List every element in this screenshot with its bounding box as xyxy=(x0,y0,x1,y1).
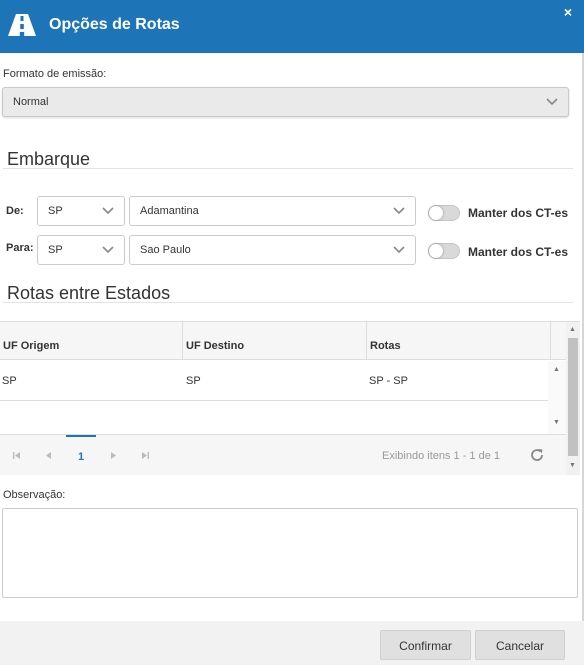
para-cidade-select[interactable]: Sao Paulo xyxy=(129,235,416,265)
road-icon xyxy=(8,14,36,36)
prev-page-icon[interactable] xyxy=(44,451,53,460)
observacao-textarea[interactable] xyxy=(2,508,578,598)
scroll-down-icon[interactable]: ▼ xyxy=(569,462,576,469)
column-rotas[interactable]: Rotas xyxy=(367,322,551,360)
rotas-divider xyxy=(3,302,573,303)
de-cidade-select[interactable]: Adamantina xyxy=(129,196,416,226)
embarque-title: Embarque xyxy=(7,149,91,169)
scroll-up-icon[interactable]: ▲ xyxy=(569,326,576,333)
chevron-down-icon xyxy=(102,207,114,215)
confirm-button[interactable]: Confirmar xyxy=(380,630,471,660)
cell-uf-destino: SP xyxy=(186,375,201,387)
scrollbar-thumb[interactable] xyxy=(568,338,578,456)
last-page-icon[interactable] xyxy=(141,451,150,460)
rotas-title: Rotas entre Estados xyxy=(7,283,171,303)
para-uf-value: SP xyxy=(48,244,63,256)
para-label: Para: xyxy=(6,242,34,254)
chevron-down-icon xyxy=(393,246,405,254)
cell-uf-origem: SP xyxy=(2,375,17,387)
de-uf-value: SP xyxy=(48,205,63,217)
dialog-titlebar: Opções de Rotas × xyxy=(0,0,584,53)
scroll-up-icon[interactable]: ▲ xyxy=(553,366,560,373)
chevron-down-icon xyxy=(393,207,405,215)
close-icon[interactable]: × xyxy=(564,4,572,20)
observacao-label: Observação: xyxy=(3,489,66,501)
formato-select[interactable]: Normal xyxy=(2,87,569,117)
de-manter-label: Manter dos CT-es xyxy=(468,206,569,220)
formato-label: Formato de emissão: xyxy=(3,68,107,80)
dialog-title: Opções de Rotas xyxy=(49,16,180,33)
refresh-icon[interactable] xyxy=(529,447,545,463)
column-uf-destino[interactable]: UF Destino xyxy=(183,322,367,360)
grid-pager: 1 Exibindo itens 1 - 1 de 1 xyxy=(0,434,566,475)
current-page-button[interactable]: 1 xyxy=(66,435,96,475)
de-uf-select[interactable]: SP xyxy=(37,196,125,226)
rotas-grid: UF Origem UF Destino Rotas SP SP SP - SP… xyxy=(0,321,580,475)
embarque-divider xyxy=(3,168,573,169)
cancel-button[interactable]: Cancelar xyxy=(475,630,565,660)
first-page-icon[interactable] xyxy=(12,451,21,460)
formato-value: Normal xyxy=(13,96,49,108)
grid-scrollbar[interactable]: ▲ ▼ xyxy=(566,322,580,475)
para-manter-label: Manter dos CT-es xyxy=(468,245,569,259)
scroll-down-icon[interactable]: ▼ xyxy=(553,419,560,426)
table-row[interactable]: SP SP SP - SP xyxy=(0,361,548,401)
dialog-footer: Confirmar Cancelar xyxy=(0,621,584,665)
para-uf-select[interactable]: SP xyxy=(37,235,125,265)
de-cidade-value: Adamantina xyxy=(140,205,199,217)
chevron-down-icon xyxy=(102,246,114,254)
pager-info: Exibindo itens 1 - 1 de 1 xyxy=(382,450,501,462)
next-page-icon[interactable] xyxy=(109,451,118,460)
de-label: De: xyxy=(6,205,24,217)
para-cidade-value: Sao Paulo xyxy=(140,244,191,256)
grid-inner-scrollbar[interactable]: ▲ ▼ xyxy=(548,361,566,434)
column-uf-origem[interactable]: UF Origem xyxy=(0,322,183,360)
de-manter-toggle[interactable] xyxy=(428,205,460,221)
grid-header: UF Origem UF Destino Rotas xyxy=(0,322,566,360)
cell-rotas: SP - SP xyxy=(369,375,408,387)
chevron-down-icon xyxy=(546,98,558,106)
para-manter-toggle[interactable] xyxy=(428,243,460,259)
